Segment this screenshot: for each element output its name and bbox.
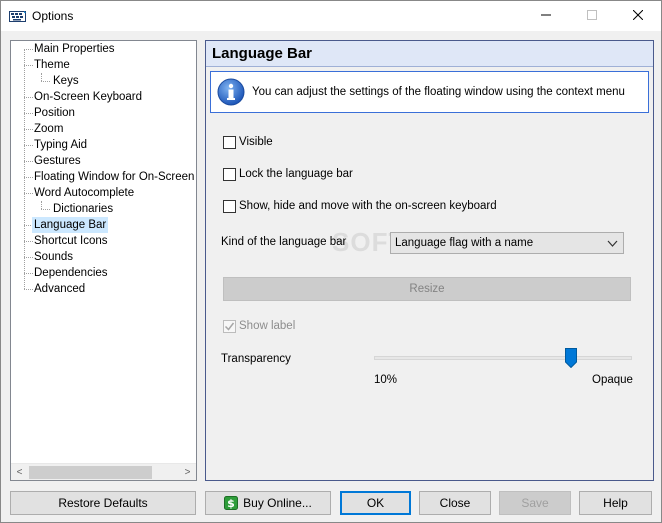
lock-checkbox-label[interactable]: Lock the language bar <box>239 168 353 180</box>
transparency-max-label: Opaque <box>592 374 633 386</box>
kind-select[interactable]: Language flag with a name <box>390 232 624 254</box>
maximize-button[interactable] <box>569 1 615 31</box>
transparency-label: Transparency <box>221 353 291 365</box>
close-window-button[interactable] <box>615 1 661 31</box>
tree-item-main-properties[interactable]: Main Properties <box>32 41 117 57</box>
resize-button[interactable]: Resize <box>223 277 631 301</box>
show-label-checkbox-row[interactable]: Show label <box>223 318 295 334</box>
lock-checkbox[interactable] <box>223 167 236 181</box>
tree-item-advanced[interactable]: Advanced <box>32 281 87 297</box>
buy-online-label: Buy Online... <box>243 496 312 510</box>
tree-connector <box>41 81 50 82</box>
close-label: Close <box>439 496 471 510</box>
restore-defaults-label: Restore Defaults <box>58 496 148 510</box>
maximize-icon <box>587 9 597 23</box>
language-bar-panel: Language Bar You can adjust the settings… <box>205 40 654 481</box>
tree-item-gestures[interactable]: Gestures <box>32 153 83 169</box>
tree-item-on-screen-keyboard[interactable]: On-Screen Keyboard <box>32 89 144 105</box>
tree-item-shortcut-icons[interactable]: Shortcut Icons <box>32 233 110 249</box>
options-window: Options Main Properties Theme Keys On-Sc… <box>0 0 662 523</box>
tree-horizontal-scrollbar[interactable]: < > <box>11 463 196 480</box>
visible-checkbox-label[interactable]: Visible <box>239 136 273 148</box>
kind-select-value: Language flag with a name <box>395 237 534 249</box>
minimize-button[interactable] <box>523 1 569 31</box>
restore-defaults-button[interactable]: Restore Defaults <box>10 491 196 515</box>
visible-checkbox[interactable] <box>223 135 236 149</box>
close-icon <box>632 9 644 23</box>
show-hide-checkbox[interactable] <box>223 199 236 213</box>
kind-label: Kind of the language bar <box>221 236 347 248</box>
dollar-icon: $ <box>224 496 239 510</box>
info-text: You can adjust the settings of the float… <box>252 86 625 98</box>
show-hide-checkbox-row[interactable]: Show, hide and move with the on-screen k… <box>223 198 497 214</box>
tree-item-dictionaries[interactable]: Dictionaries <box>51 201 115 217</box>
chevron-down-icon <box>607 238 618 249</box>
tree-item-dependencies[interactable]: Dependencies <box>32 265 110 281</box>
save-label: Save <box>521 496 549 510</box>
ok-button[interactable]: OK <box>340 491 411 515</box>
tree-connector <box>41 201 42 209</box>
transparency-min-label: 10% <box>374 374 398 386</box>
help-button[interactable]: Help <box>579 491 652 515</box>
transparency-slider-thumb[interactable] <box>565 348 577 369</box>
tree-item-language-bar[interactable]: Language Bar <box>32 217 109 233</box>
tree-connector <box>41 209 50 210</box>
transparency-slider-track[interactable] <box>374 356 632 360</box>
keyboard-icon <box>9 8 26 24</box>
save-button[interactable]: Save <box>499 491 571 515</box>
tree-item-keys[interactable]: Keys <box>51 73 81 89</box>
tree-item-zoom[interactable]: Zoom <box>32 121 65 137</box>
scroll-right-icon[interactable]: > <box>179 464 196 480</box>
options-tree[interactable]: Main Properties Theme Keys On-Screen Key… <box>10 40 197 481</box>
svg-text:$: $ <box>227 497 235 510</box>
info-box: You can adjust the settings of the float… <box>210 71 649 113</box>
panel-header: Language Bar <box>206 41 653 67</box>
lock-checkbox-row[interactable]: Lock the language bar <box>223 166 353 182</box>
tree-connector <box>41 73 42 81</box>
tree-item-floating-window[interactable]: Floating Window for On-Screen Ke <box>32 169 196 185</box>
visible-checkbox-row[interactable]: Visible <box>223 134 273 150</box>
scrollbar-thumb[interactable] <box>29 466 152 479</box>
close-button[interactable]: Close <box>419 491 491 515</box>
tree-connector <box>24 49 25 289</box>
info-icon <box>217 78 245 106</box>
show-hide-checkbox-label[interactable]: Show, hide and move with the on-screen k… <box>239 200 497 212</box>
ok-label: OK <box>366 496 385 510</box>
tree-item-theme[interactable]: Theme <box>32 57 72 73</box>
help-label: Help <box>603 496 628 510</box>
minimize-icon <box>541 9 551 23</box>
show-label-checkbox-label[interactable]: Show label <box>239 320 295 332</box>
tree-item-word-autocomplete[interactable]: Word Autocomplete <box>32 185 136 201</box>
tree-item-typing-aid[interactable]: Typing Aid <box>32 137 89 153</box>
title-bar: Options <box>1 1 661 31</box>
tree-item-position[interactable]: Position <box>32 105 77 121</box>
panel-title: Language Bar <box>212 45 313 62</box>
window-title: Options <box>32 9 74 23</box>
show-label-checkbox[interactable] <box>223 319 236 333</box>
scroll-left-icon[interactable]: < <box>11 464 28 480</box>
tree-item-sounds[interactable]: Sounds <box>32 249 75 265</box>
buy-online-button[interactable]: $ Buy Online... <box>205 491 331 515</box>
